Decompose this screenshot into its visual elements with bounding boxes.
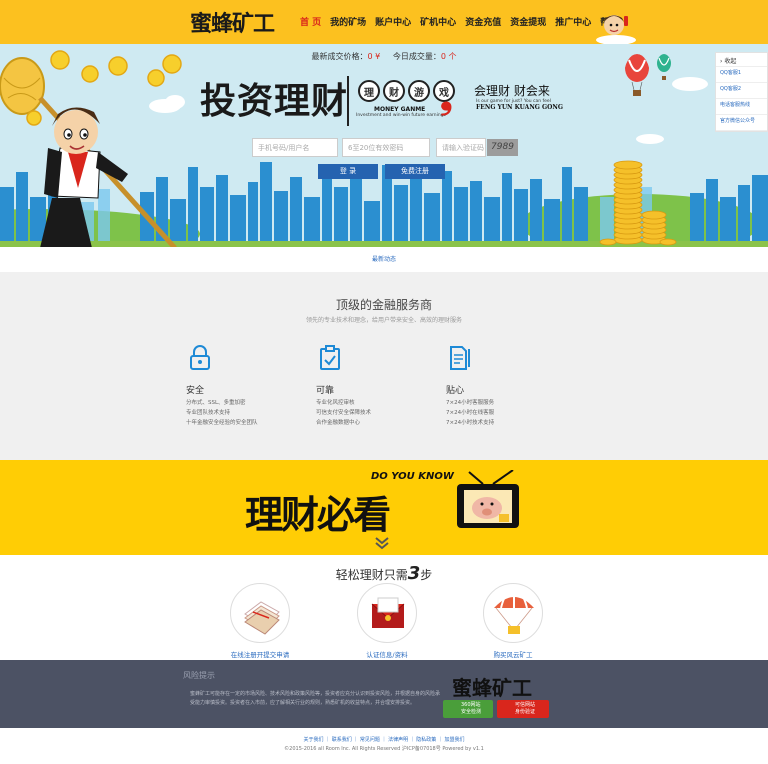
money-game-subtext: Investment and win-win future earnings: [356, 113, 446, 118]
cert-360-badge[interactable]: 360网站 安全检测: [443, 700, 493, 718]
side-item-wechat[interactable]: 官方微信公众号: [716, 115, 767, 131]
step-label: 购买风云矿工: [493, 651, 533, 659]
cert-trusted-badge[interactable]: 可信网站 身份验证: [497, 700, 549, 718]
tv-piggy-icon: [457, 470, 519, 528]
services-section: 顶级的金融服务商 领先的专业技术和理念，给用户带来安全、高效的理财服务 安全 分…: [0, 272, 768, 460]
lock-icon: [190, 345, 210, 370]
slogan: 会理财 财会来: [474, 84, 550, 98]
nav-miner-center[interactable]: 矿机中心: [420, 15, 456, 28]
feature-line: 7×24小时技术支持: [446, 420, 495, 426]
side-item-qq1[interactable]: QQ客服1: [716, 67, 767, 83]
feature-caring: 贴心 7×24小时客服服务 7×24小时在线客服 7×24小时技术支持: [446, 345, 556, 426]
feature-safe: 安全 分布式、SSL、多重加密 专业团队技术支持 十年金融安全经验的安全团队: [186, 345, 296, 426]
steps-title-suffix: 步: [420, 568, 433, 582]
parachute-icon: [483, 583, 543, 643]
chevron-right-icon: ›: [720, 58, 723, 65]
step-verify[interactable]: 认证信息/资料: [332, 583, 442, 659]
step-label: 认证信息/资料: [366, 651, 408, 659]
nav-account-center[interactable]: 账户中心: [375, 15, 411, 28]
slogan-english: FENG YUN KUANG GONG: [476, 104, 563, 111]
double-chevron-down-icon[interactable]: [374, 536, 390, 550]
feature-line: 专业化风控审核: [316, 400, 355, 406]
services-title: 顶级的金融服务商: [335, 298, 432, 312]
game-char: 游: [408, 80, 430, 102]
main-nav: 首 页 我的矿场 账户中心 矿机中心 资金充值 资金提现 推广中心 帮助: [300, 15, 618, 28]
money-game-text: MONEY GANME: [374, 106, 426, 113]
feature-line: 分布式、SSL、多重加密: [186, 400, 246, 406]
steps-section: 轻松理财只需3步 在线注册开提交申请 认证信息/资料 购买风云矿工: [0, 555, 768, 660]
step-label: 在线注册开提交申请: [230, 651, 290, 659]
footer-links[interactable]: 关于我们 ｜ 联系我们 ｜ 常见问题 ｜ 法律声明 ｜ 隐私政策 ｜ 加盟我们: [0, 736, 768, 743]
hero-title: 投资理财: [200, 80, 349, 122]
captcha-image[interactable]: 7989: [487, 139, 518, 156]
site-logo[interactable]: 蜜蜂矿工: [190, 6, 275, 38]
mascot-icon: [596, 15, 636, 44]
do-you-know-tag: DO YOU KNOW: [371, 471, 454, 482]
risk-title: 风险提示: [183, 671, 215, 680]
must-read-title[interactable]: 理财必看: [245, 484, 391, 539]
services-subtitle: 领先的专业技术和理念，给用户带来安全、高效的理财服务: [305, 317, 462, 324]
top-header: 蜜蜂矿工 首 页 我的矿场 账户中心 矿机中心 资金充值 资金提现 推广中心 帮…: [0, 0, 768, 44]
quote-mark-icon: ❟: [440, 78, 453, 116]
login-button[interactable]: 登 录: [318, 164, 378, 179]
step-register[interactable]: 在线注册开提交申请: [205, 583, 315, 659]
nav-my-mine[interactable]: 我的矿场: [330, 15, 366, 28]
feature-line: 专业团队技术支持: [186, 410, 231, 416]
coin-stack-icon: [599, 160, 677, 246]
nav-promotion[interactable]: 推广中心: [555, 15, 591, 28]
account-input[interactable]: 手机号码/用户名: [252, 138, 338, 157]
feature-line: 7×24小时在线客服: [446, 410, 495, 416]
mascot-with-net-icon: [0, 50, 182, 247]
nav-home[interactable]: 首 页: [300, 15, 321, 28]
small-balloon-icon: [657, 54, 671, 80]
hot-air-balloon-icon: [625, 54, 649, 96]
game-char: 财: [383, 80, 405, 102]
side-item-phone[interactable]: 电话客服热线: [716, 99, 767, 115]
password-input[interactable]: 6至20位有效密码: [342, 138, 430, 157]
cert-line: 身份验证: [515, 708, 536, 715]
side-item-qq2[interactable]: QQ客服2: [716, 83, 767, 99]
feature-line: 可信支付安全保障技术: [316, 410, 372, 416]
steps-title-prefix: 轻松理财只需: [335, 568, 408, 582]
risk-footer: 风险提示 蜜蜂矿工可能存在一定的市场风险、技术风险和政策风险等，投资者应充分认识…: [0, 660, 768, 728]
nav-recharge[interactable]: 资金充值: [465, 15, 501, 28]
side-service-panel: › 收起 QQ客服1 QQ客服2 电话客服热线 官方微信公众号: [715, 52, 768, 132]
side-service-title: 收起: [724, 58, 737, 65]
hero-banner: 最新成交价格：0 ¥ 今日成交量：0 个 投资理财 理 财 游 戏 MONEY …: [0, 44, 768, 247]
document-icon: [450, 346, 470, 370]
feature-line: 7×24小时客服服务: [446, 400, 495, 406]
bottom-bar: 关于我们 ｜ 联系我们 ｜ 常见问题 ｜ 法律声明 ｜ 隐私政策 ｜ 加盟我们 …: [0, 728, 768, 764]
step-purchase[interactable]: 购买风云矿工: [458, 583, 568, 659]
steps-title: 轻松理财只需3步: [0, 563, 768, 584]
feature-line: 合作金融数据中心: [316, 420, 361, 426]
clipboard-check-icon: [320, 345, 340, 370]
envelope-icon: [357, 583, 417, 643]
copyright: ©2015-2016 all Room Inc. All Rights Rese…: [284, 746, 484, 752]
page: 蜜蜂矿工 首 页 我的矿场 账户中心 矿机中心 资金充值 资金提现 推广中心 帮…: [0, 0, 768, 764]
register-button[interactable]: 免费注册: [385, 164, 445, 179]
feature-name: 可靠: [316, 386, 335, 396]
hero-divider: [347, 76, 349, 126]
footer-logo[interactable]: 蜜蜂矿工: [452, 672, 532, 701]
feature-reliable: 可靠 专业化风控审核 可信支付安全保障技术 合作金融数据中心: [316, 345, 426, 426]
feature-line: 十年金融安全经验的安全团队: [186, 420, 258, 426]
steps-title-number: 3: [407, 563, 421, 584]
register-form-icon: [230, 583, 290, 643]
recent-news-link[interactable]: 最新动态: [0, 247, 768, 272]
side-collapse-button[interactable]: › 收起: [716, 53, 767, 67]
game-char: 理: [358, 80, 380, 102]
feature-name: 贴心: [446, 386, 465, 396]
cert-line: 安全检测: [461, 708, 482, 715]
feature-name: 安全: [186, 386, 205, 396]
risk-text: 蜜蜂矿工可能存在一定的市场风险、技术风险和政策风险等，投资者应充分认识到投资风险…: [190, 691, 441, 706]
captcha-input[interactable]: 请输入验证码: [436, 138, 486, 157]
nav-withdraw[interactable]: 资金提现: [510, 15, 546, 28]
